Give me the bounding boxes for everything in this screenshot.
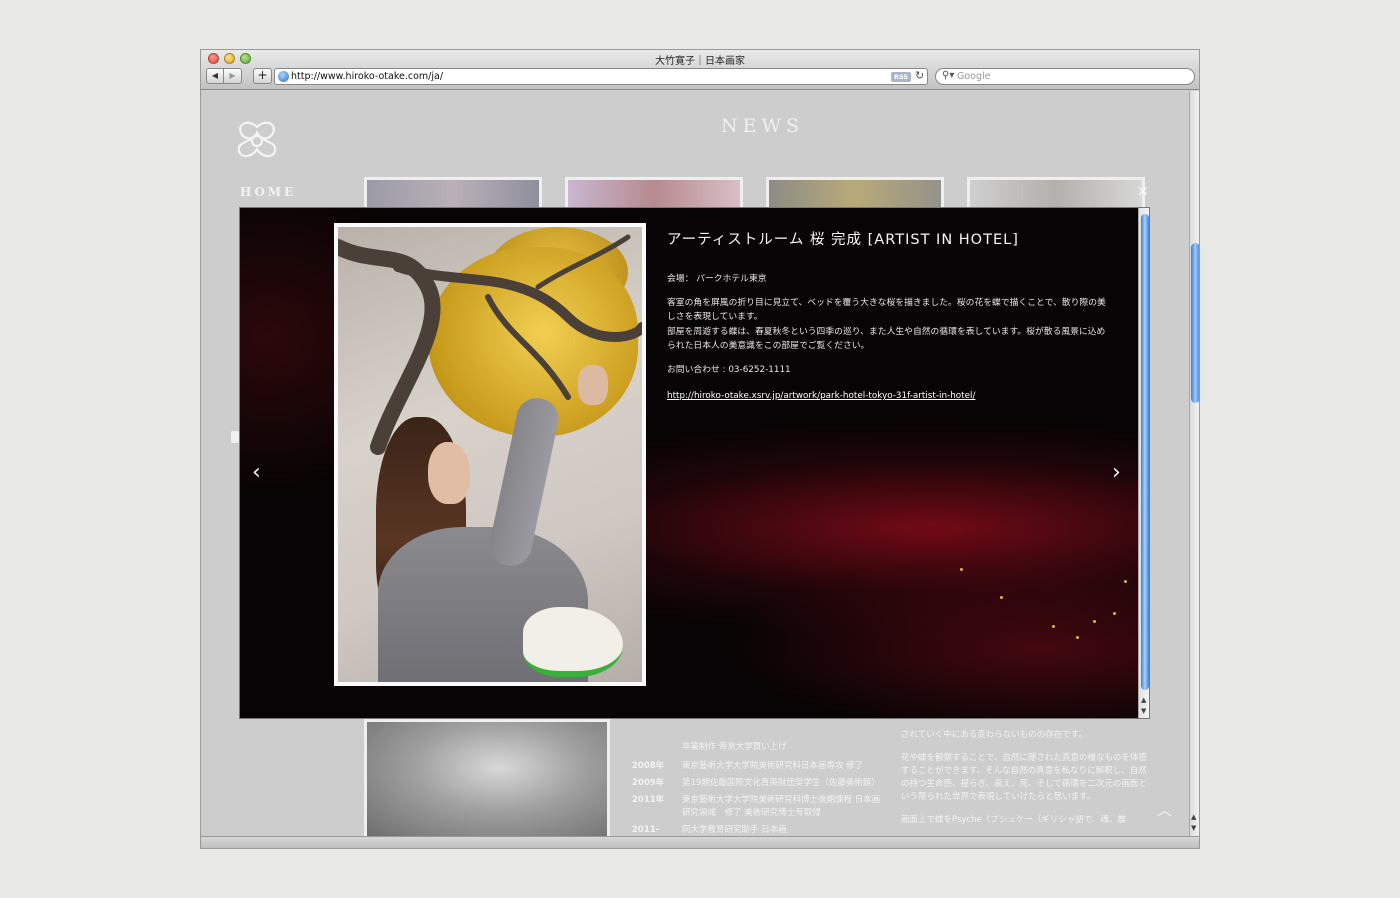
- news-title: アーティストルーム 桜 完成 [ARTIST IN HOTEL]: [667, 232, 1019, 248]
- lightbox-scrollbar[interactable]: ▲ ▼: [1138, 208, 1149, 718]
- window-title: 大竹寛子｜日本画家: [655, 56, 745, 67]
- page-heading: NEWS: [721, 115, 805, 137]
- artist-portrait: [364, 719, 610, 836]
- history-nav: ◀ ▶: [206, 68, 242, 84]
- chevron-right-icon[interactable]: ›: [1112, 460, 1121, 485]
- scroll-up-arrow[interactable]: ▲: [1141, 696, 1146, 704]
- search-placeholder: Google: [957, 71, 991, 82]
- news-contact: お問い合わせ : 03-6252-1111: [667, 364, 791, 375]
- close-icon[interactable]: ✕: [1137, 184, 1149, 200]
- scroll-down-arrow[interactable]: ▼: [1191, 824, 1196, 832]
- news-venue: 会場： パークホテル東京: [667, 274, 767, 284]
- news-external-link[interactable]: http://hiroko-otake.xsrv.jp/artwork/park…: [667, 391, 975, 401]
- status-bar: [201, 836, 1199, 848]
- biography-list: 卒業制作 帝京大学買い上げ 2008年 東京藝術大学大学院美術研究科日本画専攻 修…: [632, 741, 882, 836]
- biography-row: 2011年 東京藝術大学大学院美術研究科博士後期課程 日本画研究領域 修了 美術研…: [632, 795, 881, 818]
- news-description: 客室の角を屏風の折り目に見立て、ベッドを覆う大きな桜を描きました。桜の花を蝶で描…: [667, 297, 1106, 323]
- artist-painting-photo: [338, 227, 642, 682]
- biography-row: 卒業制作 帝京大学買い上げ: [682, 742, 787, 752]
- lightbox-scroll-thumb[interactable]: [1141, 214, 1149, 690]
- biography-row: 2008年 東京藝術大学大学院美術研究科日本画専攻 修了: [632, 761, 864, 771]
- news-lightbox: ‹ › アーティストルーム 桜 完成 [ARTIST IN HOTEL] 会場：…: [239, 207, 1150, 719]
- biography-row: 2011-2014同大学教育研究助手 日本画: [632, 825, 787, 835]
- statement-paragraph: されていく中にある変わらないものの存在です。: [901, 730, 1087, 740]
- address-bar[interactable]: http://www.hiroko-otake.com/ja/ RSS ↻: [274, 68, 928, 85]
- biography-row: 2009年 第19期佐藤国際文化育英財団奨学生（佐藤美術館）: [632, 778, 880, 788]
- news-description: 部屋を周遊する蝶は、春夏秋冬という四季の巡り、また人生や自然の循環を表しています…: [667, 326, 1106, 352]
- search-icon[interactable]: ⚲▾: [942, 70, 954, 81]
- scroll-up-arrow[interactable]: ▲: [1191, 813, 1196, 821]
- scroll-down-arrow[interactable]: ▼: [1141, 707, 1146, 715]
- artist-statement: されていく中にある変わらないものの存在です。 花や蝶を観察することで、自然に隠さ…: [901, 729, 1151, 836]
- reload-icon[interactable]: ↻: [915, 69, 924, 82]
- rss-button[interactable]: RSS: [891, 72, 911, 82]
- chevron-left-icon[interactable]: ‹: [252, 460, 261, 485]
- nav-home-link[interactable]: HOME: [240, 185, 296, 199]
- add-bookmark-button[interactable]: +: [253, 68, 272, 84]
- window-scroll-thumb[interactable]: [1191, 243, 1199, 403]
- news-photo: [334, 223, 646, 686]
- address-text[interactable]: http://www.hiroko-otake.com/ja/: [291, 71, 443, 82]
- statement-paragraph: 画面上で蝶をPsyche（プシュケー（ギリシャ語で、魂、蝶: [901, 815, 1126, 825]
- site-logo[interactable]: [231, 119, 283, 161]
- statement-paragraph: 花や蝶を観察することで、自然に隠された真意の様なものを体感することができます。そ…: [901, 753, 1147, 802]
- forward-button[interactable]: ▶: [224, 68, 242, 84]
- search-field[interactable]: ⚲▾ Google: [935, 68, 1195, 85]
- browser-titlebar: 大竹寛子｜日本画家 ◀ ▶ + http://www.hiroko-otake.…: [201, 50, 1199, 90]
- chevron-up-icon[interactable]: ︿: [1157, 799, 1172, 820]
- news-body: 会場： パークホテル東京 客室の角を屏風の折り目に見立て、ベッドを覆う大きな桜を…: [667, 272, 1107, 387]
- window-scrollbar[interactable]: ▲ ▼: [1189, 91, 1199, 836]
- globe-icon: [278, 71, 289, 82]
- side-widget[interactable]: [231, 431, 239, 443]
- back-button[interactable]: ◀: [206, 68, 224, 84]
